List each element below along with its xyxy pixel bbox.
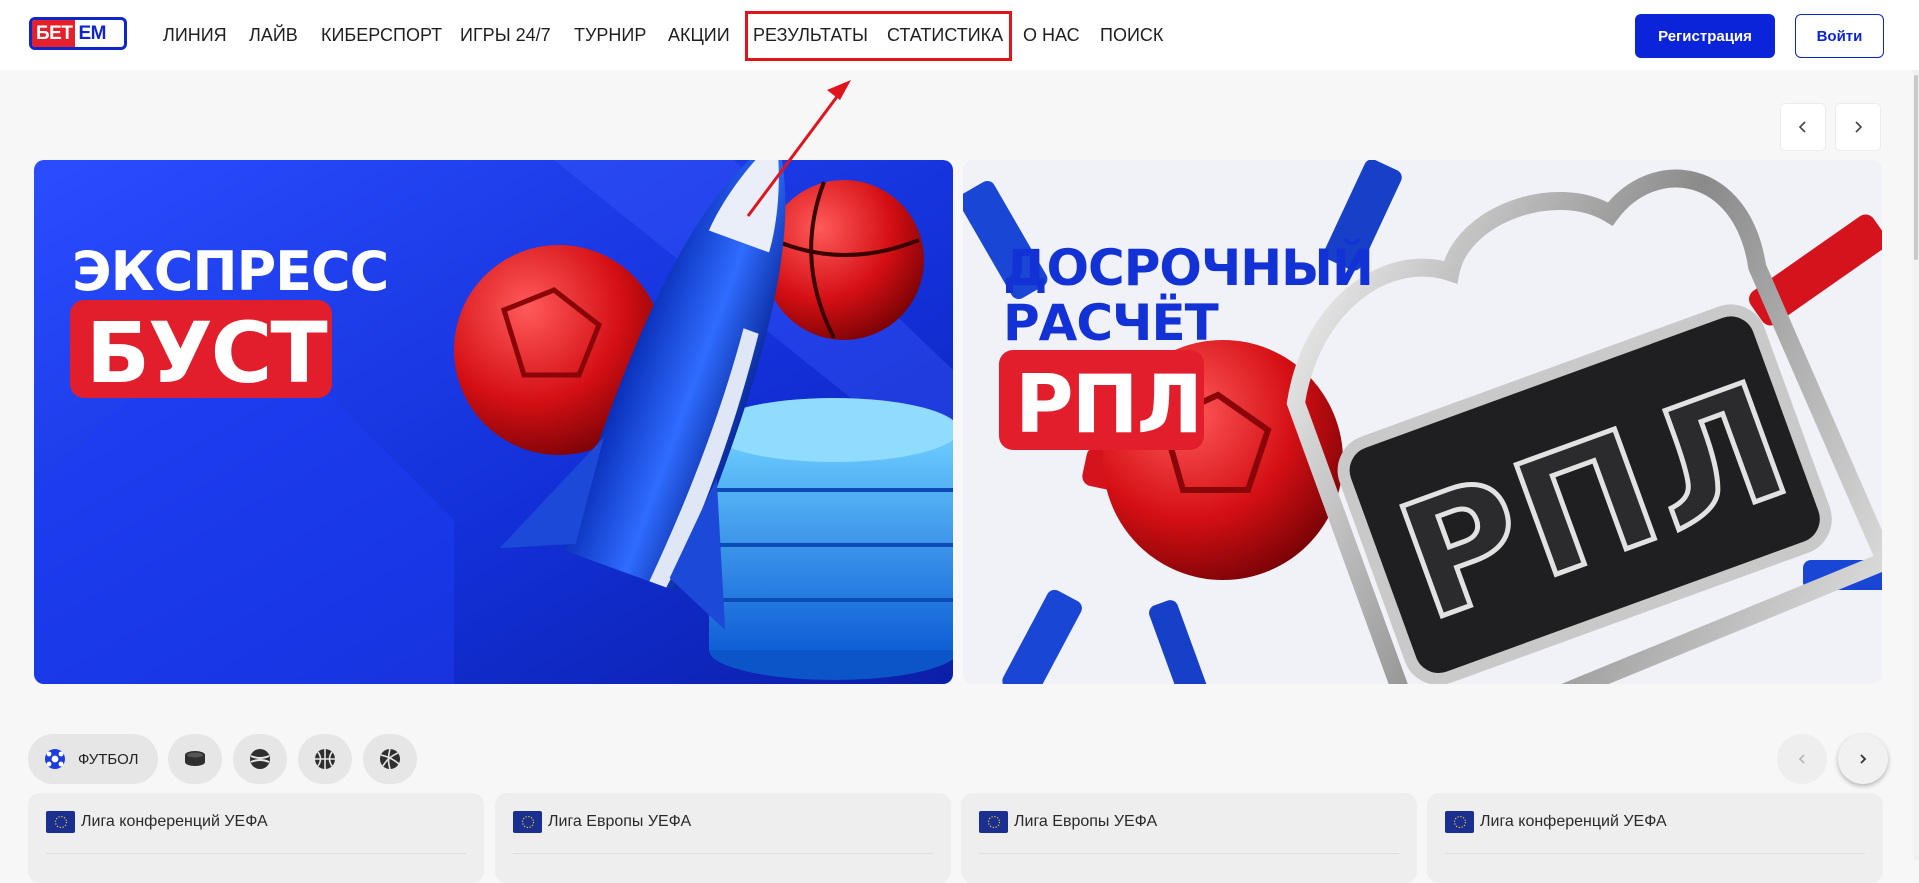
banner2-title-line3: РПЛ bbox=[1015, 358, 1201, 451]
betem-logo[interactable]: БЕТ ЕМ bbox=[29, 17, 127, 50]
football-icon bbox=[45, 749, 65, 769]
nav-item-live[interactable]: ЛАЙВ bbox=[249, 24, 298, 46]
divider bbox=[1445, 853, 1865, 854]
banner-express-boost[interactable]: ЭКСПРЕСС БУСТ bbox=[34, 160, 953, 684]
banner2-title-line1: ДОСРОЧНЫЙ bbox=[1003, 238, 1373, 297]
login-button[interactable]: Войти bbox=[1795, 14, 1884, 58]
sport-chip-tennis[interactable] bbox=[233, 734, 287, 784]
league-header: Лига конференций УЕФА bbox=[1445, 811, 1667, 833]
sport-chip-hockey[interactable] bbox=[168, 734, 222, 784]
chevron-left-icon bbox=[1798, 754, 1805, 764]
volleyball-icon bbox=[380, 748, 400, 770]
nav-item-games[interactable]: ИГРЫ 24/7 bbox=[460, 24, 551, 46]
basketball-icon bbox=[315, 749, 335, 769]
sport-chip-basketball[interactable] bbox=[298, 734, 352, 784]
sports-next-button[interactable] bbox=[1838, 734, 1888, 784]
divider bbox=[46, 853, 466, 854]
league-card[interactable]: Лига конференций УЕФА bbox=[1427, 793, 1883, 883]
express-boost-artwork: ЭКСПРЕСС БУСТ bbox=[34, 160, 953, 684]
league-header: Лига конференций УЕФА bbox=[46, 811, 268, 833]
banner1-title-line2: БУСТ bbox=[86, 304, 327, 402]
nav-item-esports[interactable]: КИБЕРСПОРТ bbox=[321, 24, 442, 46]
league-name: Лига конференций УЕФА bbox=[81, 813, 268, 830]
divider bbox=[513, 853, 933, 854]
page-scrollbar-thumb[interactable] bbox=[1914, 75, 1918, 260]
chevron-left-icon bbox=[1798, 121, 1806, 133]
banner1-title-line1: ЭКСПРЕСС bbox=[72, 240, 388, 303]
sport-chip-volleyball[interactable] bbox=[363, 734, 417, 784]
sports-prev-button[interactable] bbox=[1777, 734, 1827, 784]
rpl-artwork: РПЛ ДОСРОЧНЫЙ РАСЧЁТ РПЛ bbox=[963, 160, 1882, 684]
carousel-next-button[interactable] bbox=[1836, 104, 1880, 150]
league-name: Лига Европы УЕФА bbox=[1014, 813, 1158, 830]
league-card[interactable]: Лига Европы УЕФА bbox=[495, 793, 951, 883]
eu-flag-icon bbox=[979, 811, 1008, 833]
eu-flag-icon bbox=[1445, 811, 1474, 833]
league-header: Лига Европы УЕФА bbox=[513, 811, 691, 833]
league-card[interactable]: Лига Европы УЕФА bbox=[961, 793, 1417, 883]
logo-part-red: БЕТ bbox=[32, 20, 76, 47]
league-name: Лига конференций УЕФА bbox=[1480, 813, 1667, 830]
sport-chip-label: ФУТБОЛ bbox=[78, 750, 139, 768]
eu-flag-icon bbox=[513, 811, 542, 833]
banner-rpl-early-payout[interactable]: РПЛ ДОСРОЧНЫЙ РАСЧЁТ РПЛ bbox=[963, 160, 1882, 684]
eu-flag-icon bbox=[46, 811, 75, 833]
divider bbox=[979, 853, 1399, 854]
league-header: Лига Европы УЕФА bbox=[979, 811, 1157, 833]
sport-chip-football[interactable]: ФУТБОЛ bbox=[28, 734, 158, 784]
carousel-prev-button[interactable] bbox=[1781, 104, 1825, 150]
register-button[interactable]: Регистрация bbox=[1635, 14, 1775, 58]
hockey-icon bbox=[185, 751, 205, 766]
logo-part-blue: ЕМ bbox=[78, 23, 106, 44]
annotation-highlight-box bbox=[745, 11, 1012, 61]
banner2-title-line2: РАСЧЁТ bbox=[1003, 294, 1219, 352]
nav-item-tournament[interactable]: ТУРНИР bbox=[574, 24, 646, 46]
nav-item-liniya[interactable]: ЛИНИЯ bbox=[163, 24, 227, 46]
tennis-icon bbox=[250, 749, 270, 769]
nav-item-promos[interactable]: АКЦИИ bbox=[668, 24, 730, 46]
league-card[interactable]: Лига конференций УЕФА bbox=[28, 793, 484, 883]
chevron-right-icon bbox=[1855, 121, 1863, 133]
nav-item-search[interactable]: ПОИСК bbox=[1100, 24, 1163, 46]
nav-item-about[interactable]: О НАС bbox=[1023, 24, 1080, 46]
chevron-right-icon bbox=[1860, 754, 1867, 764]
league-name: Лига Европы УЕФА bbox=[548, 813, 692, 830]
